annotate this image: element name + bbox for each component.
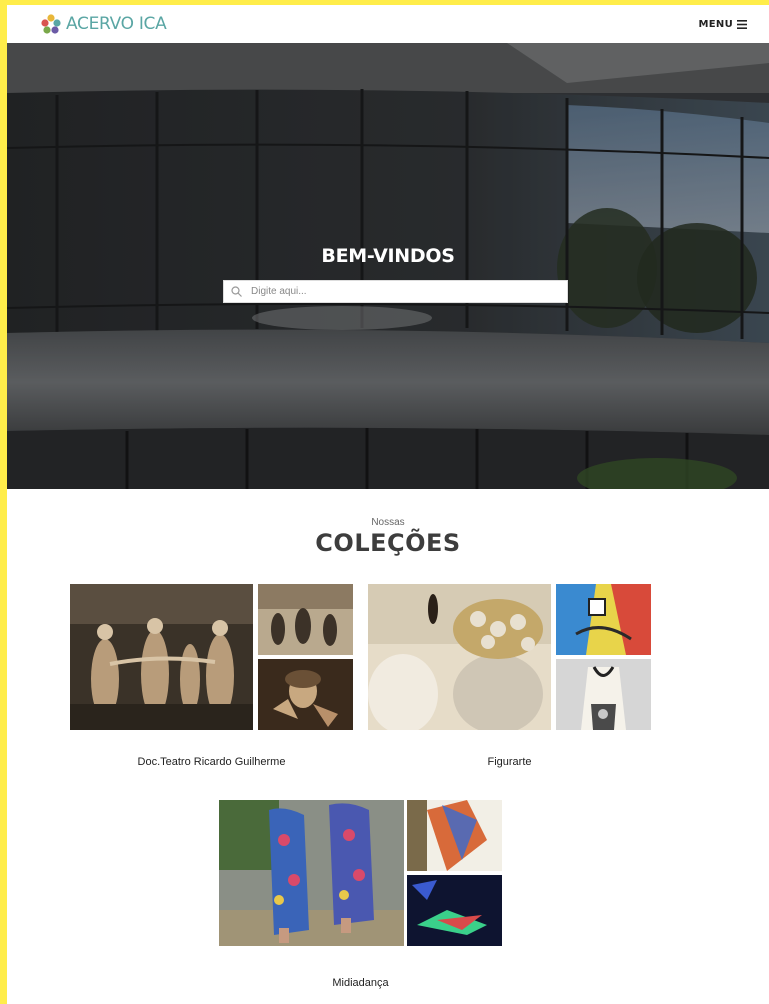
hero-title: BEM-VINDOS — [321, 245, 455, 267]
collection-image-main — [70, 584, 253, 730]
collection-image-main — [219, 800, 404, 946]
collection-image-top — [407, 800, 502, 871]
brand-name: ACERVO ICA — [66, 14, 167, 34]
collection-image-bottom — [407, 875, 502, 946]
collection-card-figurarte[interactable]: Figurarte — [368, 584, 651, 774]
search-bar[interactable] — [223, 280, 568, 303]
collection-card-midiadanca[interactable]: Midiadança — [219, 800, 502, 995]
menu-icon — [737, 19, 747, 29]
collections-title: COLEÇÕES — [315, 529, 461, 557]
collection-label: Doc.Teatro Ricardo Guilherme — [137, 756, 286, 768]
search-input[interactable] — [251, 286, 551, 297]
top-navbar: ACERVO ICA MENU — [7, 5, 769, 43]
collection-image-bottom — [258, 659, 353, 730]
collections-pretitle: Nossas — [371, 517, 405, 528]
hero-banner: BEM-VINDOS — [7, 43, 769, 489]
menu-label: MENU — [698, 18, 733, 30]
page: ACERVO ICA MENU BEM-VINDOS Digite aqui..… — [7, 5, 769, 1004]
search-icon — [231, 286, 242, 297]
brand-logo-link[interactable]: ACERVO ICA — [41, 14, 167, 34]
menu-button[interactable]: MENU — [699, 19, 747, 30]
collection-image-main — [368, 584, 551, 730]
collection-card-doc-teatro[interactable]: Doc.Teatro Ricardo Guilherme — [70, 584, 353, 774]
logo-icon — [41, 14, 61, 34]
collection-image-top — [258, 584, 353, 655]
collection-image-bottom — [556, 659, 651, 730]
collection-image-top — [556, 584, 651, 655]
collection-label: Midiadança — [332, 977, 389, 989]
collection-label: Figurarte — [487, 756, 532, 768]
